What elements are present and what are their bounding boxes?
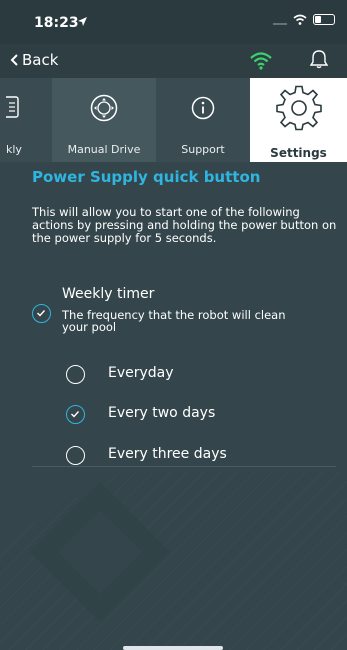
home-indicator [123, 646, 223, 650]
joystick-icon [90, 94, 118, 122]
status-bar: 18:23 [0, 0, 347, 44]
wifi-status-icon [293, 14, 307, 25]
back-button[interactable]: Back [10, 51, 58, 69]
tab-weekly-label: kly [6, 143, 22, 156]
back-label: Back [22, 51, 59, 69]
page-title: Power Supply quick button [32, 168, 261, 186]
tab-settings-label: Settings [270, 146, 327, 160]
radio-every-three-days[interactable] [66, 446, 85, 465]
radio-every-two-days-label[interactable]: Every two days [108, 405, 215, 421]
weekly-timer-checkbox[interactable] [32, 304, 51, 323]
chevron-left-icon [10, 54, 18, 66]
calendar-icon [6, 96, 19, 118]
radio-everyday[interactable] [66, 365, 85, 384]
info-icon [191, 96, 215, 120]
weekly-timer-description: The frequency that the robot will clean … [62, 308, 286, 334]
tab-weekly[interactable]: kly [0, 78, 52, 162]
tab-support-label: Support [181, 143, 225, 156]
settings-content: Power Supply quick button This will allo… [0, 162, 347, 650]
radio-every-three-days-label[interactable]: Every three days [108, 446, 227, 462]
tab-settings[interactable]: Settings [250, 78, 347, 162]
page-description: This will allow you to start one of the … [32, 205, 337, 245]
tab-manual-drive[interactable]: Manual Drive [52, 78, 156, 162]
background-logo-watermark [0, 472, 347, 650]
checkmark-icon [71, 411, 80, 418]
bell-icon[interactable] [310, 49, 328, 69]
nav-bar: Back [0, 44, 347, 78]
tab-support[interactable]: Support [156, 78, 250, 162]
wifi-connection-icon[interactable] [250, 52, 272, 70]
battery-icon [313, 14, 335, 25]
radio-everyday-label[interactable]: Everyday [108, 365, 174, 381]
tab-bar: kly Manual Drive Support Settings [0, 78, 347, 162]
signal-icon [273, 15, 287, 25]
location-arrow-icon [78, 17, 87, 26]
gear-icon [275, 85, 322, 131]
status-icons [273, 14, 335, 25]
status-time: 18:23 [34, 15, 79, 31]
checkmark-icon [37, 310, 46, 317]
weekly-timer-title: Weekly timer [62, 286, 155, 302]
divider [32, 466, 336, 467]
tab-manual-drive-label: Manual Drive [67, 143, 141, 156]
radio-every-two-days[interactable] [66, 405, 85, 424]
